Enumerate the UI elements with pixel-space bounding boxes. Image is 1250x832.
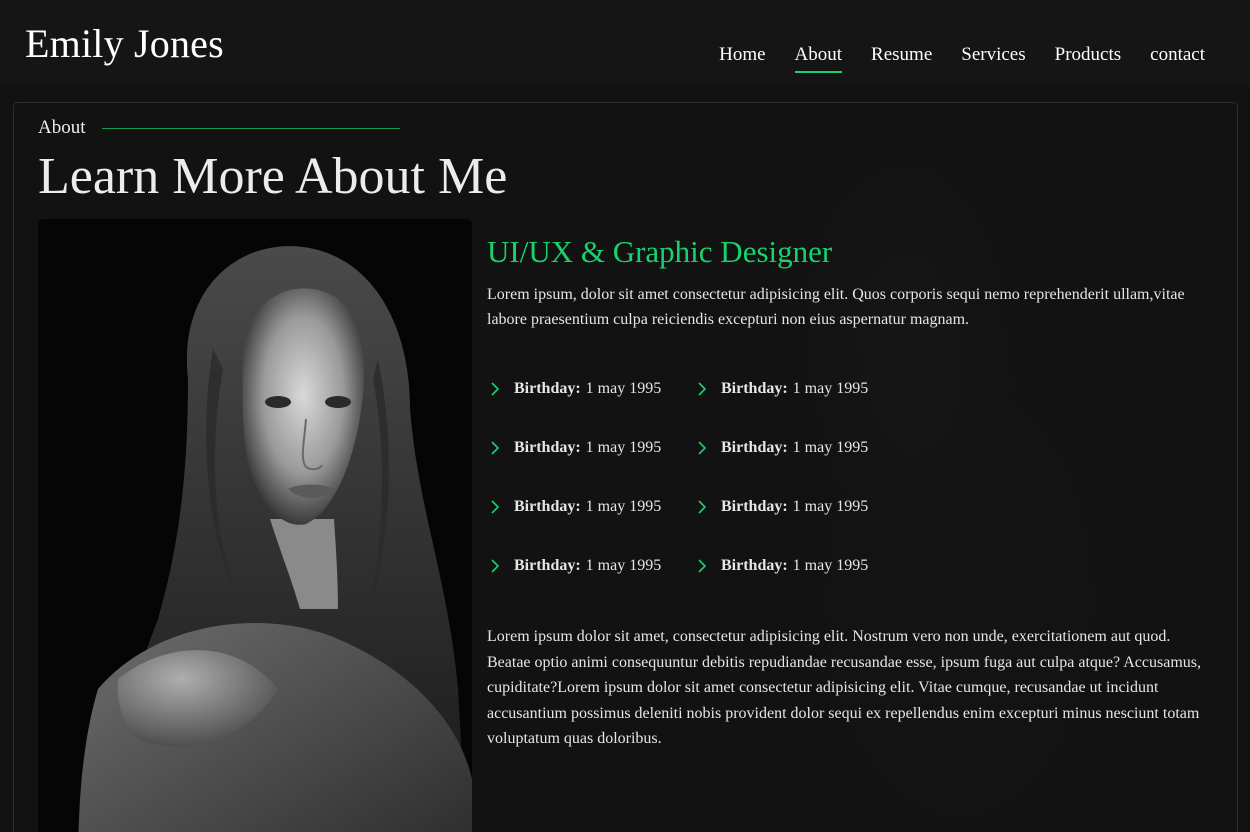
chevron-right-icon: [491, 499, 500, 514]
fact-value: 1 may 1995: [585, 379, 662, 397]
chevron-right-icon: [698, 381, 707, 396]
fact-item: Birthday: 1 may 1995: [694, 496, 914, 517]
fact-value: 1 may 1995: [585, 438, 662, 456]
fact-label: Birthday:: [514, 497, 581, 515]
fact-value: 1 may 1995: [792, 379, 869, 397]
about-content: UI/UX & Graphic Designer Lorem ipsum, do…: [487, 234, 1207, 752]
fact-label: Birthday:: [514, 556, 581, 574]
fact-item: Birthday: 1 may 1995: [487, 437, 694, 458]
portrait-photo: [38, 219, 472, 832]
chevron-right-icon: [698, 499, 707, 514]
chevron-right-icon: [698, 558, 707, 573]
top-header: Emily Jones Home About Resume Services P…: [0, 0, 1250, 86]
fact-label: Birthday:: [514, 438, 581, 456]
intro-text: Lorem ipsum, dolor sit amet consectetur …: [487, 286, 1185, 328]
body-text: Lorem ipsum dolor sit amet, consectetur …: [487, 628, 1201, 748]
fact-value: 1 may 1995: [792, 438, 869, 456]
fact-label: Birthday:: [514, 379, 581, 397]
nav-contact[interactable]: contact: [1150, 44, 1205, 72]
portrait-illustration: [38, 219, 472, 832]
chevron-right-icon: [491, 440, 500, 455]
site-logo[interactable]: Emily Jones: [25, 20, 224, 67]
role-title: UI/UX & Graphic Designer: [487, 234, 833, 269]
section-label: About: [38, 117, 86, 138]
nav-resume[interactable]: Resume: [871, 44, 932, 72]
section-label-row: About: [38, 117, 400, 139]
main-nav: Home About Resume Services Products cont…: [719, 44, 1205, 73]
fact-value: 1 may 1995: [792, 556, 869, 574]
fact-label: Birthday:: [721, 438, 788, 456]
fact-item: Birthday: 1 may 1995: [487, 378, 694, 399]
fact-label: Birthday:: [721, 497, 788, 515]
fact-value: 1 may 1995: [792, 497, 869, 515]
chevron-right-icon: [491, 558, 500, 573]
facts-list: Birthday: 1 may 1995 Birthday: 1 may 199…: [487, 378, 1207, 576]
page-title: Learn More About Me: [38, 148, 508, 205]
fact-label: Birthday:: [721, 379, 788, 397]
fact-item: Birthday: 1 may 1995: [694, 555, 914, 576]
section-divider-line: [101, 127, 400, 129]
nav-home[interactable]: Home: [719, 44, 765, 72]
fact-item: Birthday: 1 may 1995: [487, 496, 694, 517]
nav-products[interactable]: Products: [1055, 44, 1122, 72]
nav-services[interactable]: Services: [961, 44, 1025, 72]
fact-value: 1 may 1995: [585, 556, 662, 574]
fact-item: Birthday: 1 may 1995: [694, 437, 914, 458]
chevron-right-icon: [491, 381, 500, 396]
nav-about[interactable]: About: [794, 44, 842, 73]
fact-value: 1 may 1995: [585, 497, 662, 515]
fact-item: Birthday: 1 may 1995: [487, 555, 694, 576]
fact-label: Birthday:: [721, 556, 788, 574]
fact-item: Birthday: 1 may 1995: [694, 378, 914, 399]
chevron-right-icon: [698, 440, 707, 455]
